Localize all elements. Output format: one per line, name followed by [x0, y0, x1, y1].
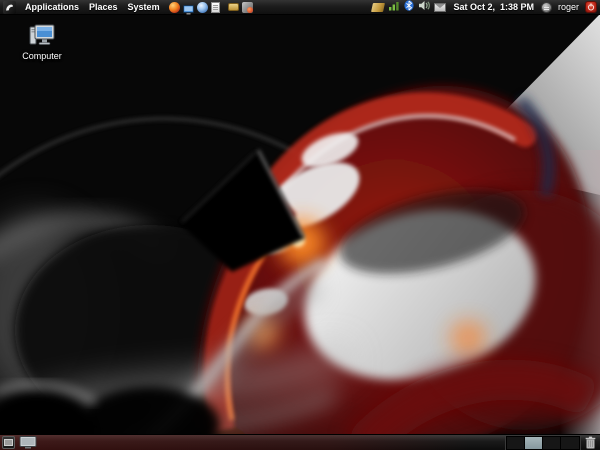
- workspace-cell[interactable]: [561, 436, 579, 449]
- web-globe-launcher-icon[interactable]: [196, 1, 208, 13]
- workspace-switcher[interactable]: [506, 435, 580, 450]
- power-glyph: [587, 3, 595, 11]
- monitor-glyph: [182, 5, 194, 15]
- bottom-panel: [0, 434, 600, 450]
- desktop-icon-label: Computer: [22, 51, 62, 61]
- wallpaper: [0, 0, 600, 450]
- workspace-cell[interactable]: [507, 436, 525, 449]
- document-launcher-icon[interactable]: [210, 1, 220, 13]
- trash-icon: [585, 436, 596, 449]
- computer-icon: [29, 24, 55, 45]
- wifi-glyph: [389, 2, 400, 11]
- window-list-item[interactable]: [19, 436, 37, 449]
- wallpaper-art: [0, 0, 600, 450]
- show-desktop-button[interactable]: [2, 436, 15, 449]
- applet-icon[interactable]: [371, 2, 386, 12]
- workspace-cell[interactable]: [525, 436, 543, 449]
- display-launcher-icon[interactable]: [182, 2, 194, 15]
- applications-menu[interactable]: Applications: [20, 0, 84, 15]
- clock[interactable]: Sat Oct 2, 1:38 PM: [450, 2, 537, 12]
- system-tray: Sat Oct 2, 1:38 PM roger: [371, 0, 597, 16]
- shutdown-icon[interactable]: [585, 1, 597, 13]
- volume-icon[interactable]: [418, 0, 431, 16]
- mail-icon[interactable]: [434, 2, 447, 12]
- desktop-icon-computer[interactable]: Computer: [16, 23, 68, 61]
- user-switcher-icon[interactable]: [540, 1, 552, 13]
- swirl-glyph: [6, 4, 13, 11]
- trash-applet[interactable]: [585, 436, 596, 449]
- window-icon: [19, 436, 37, 449]
- top-panel: Applications Places System Sat Oct 2, 1:…: [0, 0, 600, 15]
- distro-logo-icon[interactable]: [3, 0, 16, 14]
- bluetooth-icon[interactable]: [404, 0, 415, 16]
- tools-launcher-icon[interactable]: [241, 1, 253, 13]
- places-menu[interactable]: Places: [84, 0, 123, 15]
- system-menu[interactable]: System: [123, 0, 165, 15]
- package-launcher-icon[interactable]: [227, 3, 239, 11]
- workspace-cell[interactable]: [543, 436, 561, 449]
- quick-launchers: [168, 1, 253, 15]
- bluetooth-glyph: [404, 0, 415, 11]
- speaker-glyph: [419, 1, 431, 10]
- firefox-launcher-icon[interactable]: [168, 1, 180, 13]
- desktop-screen: Applications Places System Sat Oct 2, 1:…: [0, 0, 600, 450]
- username-label[interactable]: roger: [556, 2, 581, 12]
- wifi-icon[interactable]: [388, 0, 400, 16]
- main-menu: Applications Places System: [3, 0, 165, 14]
